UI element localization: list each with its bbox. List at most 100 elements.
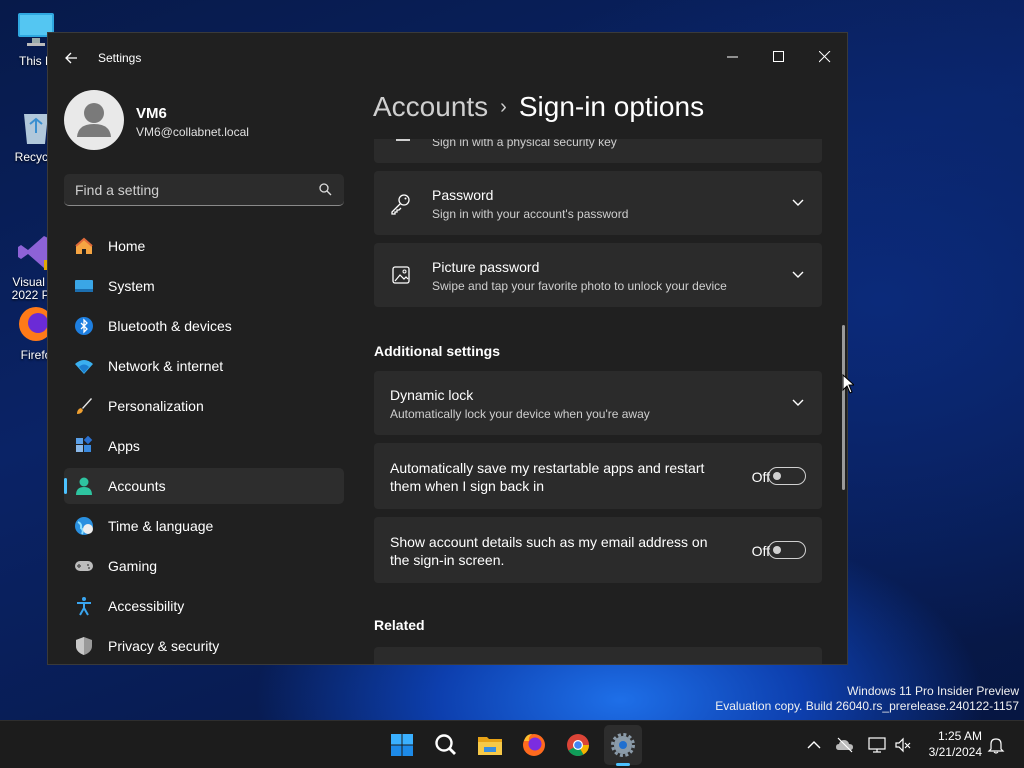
- clock-time: 1:25 AM: [937, 729, 982, 743]
- security-key-card[interactable]: Sign in with a physical security key: [374, 139, 822, 163]
- folder-icon: [478, 737, 502, 755]
- account-details-toggle[interactable]: [768, 541, 806, 559]
- active-app-indicator: [616, 763, 630, 766]
- chevron-down-icon[interactable]: [792, 399, 804, 407]
- clock-date: 3/21/2024: [928, 745, 982, 759]
- card-title-line1: Automatically save my restartable apps a…: [390, 460, 705, 476]
- file-explorer-button[interactable]: [474, 729, 506, 761]
- sidebar-item-label: System: [108, 278, 155, 294]
- sidebar-item-accounts[interactable]: Accounts: [64, 468, 344, 504]
- search-input[interactable]: [64, 174, 317, 206]
- toggle-knob: [773, 546, 781, 554]
- close-button[interactable]: [802, 41, 847, 73]
- sidebar-item-network[interactable]: Network & internet: [64, 348, 344, 384]
- card-title: Picture password: [432, 259, 540, 275]
- firefox-button[interactable]: [518, 729, 550, 761]
- taskbar: 1:25 AM 3/21/2024: [0, 720, 1024, 768]
- avatar[interactable]: [64, 90, 124, 150]
- sidebar-item-label: Apps: [108, 438, 140, 454]
- chevron-down-icon[interactable]: [792, 199, 804, 207]
- minimize-button[interactable]: [710, 41, 756, 73]
- network-button[interactable]: [867, 735, 887, 755]
- chevron-down-icon[interactable]: [792, 271, 804, 279]
- card-subtitle: Sign in with your account's password: [432, 207, 629, 221]
- settings-window: Settings VM6 VM6@collabnet.local Home Sy…: [47, 32, 848, 665]
- page-title: Sign-in options: [518, 91, 705, 122]
- password-card[interactable]: Password Sign in with your account's pas…: [374, 171, 822, 235]
- bell-icon: [987, 738, 1005, 754]
- back-button[interactable]: [58, 46, 86, 70]
- watermark-edition: Windows 11 Pro Insider Preview: [847, 684, 1019, 698]
- sidebar-item-label: Privacy & security: [108, 638, 220, 654]
- account-details-card[interactable]: Show account details such as my email ad…: [374, 517, 822, 583]
- card-subtitle: Sign in with a physical security key: [432, 139, 617, 149]
- sidebar-item-gaming[interactable]: Gaming: [64, 548, 344, 584]
- scrollbar-thumb[interactable]: [842, 325, 845, 490]
- sidebar-item-personalization[interactable]: Personalization: [64, 388, 344, 424]
- sidebar-item-time-language[interactable]: Time & language: [64, 508, 344, 544]
- toggle-knob: [773, 472, 781, 480]
- system-icon: [75, 280, 93, 292]
- globe-icon: [75, 517, 93, 535]
- key-icon: [391, 194, 410, 215]
- sidebar-item-system[interactable]: System: [64, 268, 344, 304]
- picture-password-card[interactable]: Picture password Swipe and tap your favo…: [374, 243, 822, 307]
- sidebar-item-home[interactable]: Home: [64, 228, 344, 264]
- app-title: Settings: [98, 51, 142, 65]
- related-card[interactable]: [374, 647, 822, 664]
- sidebar-item-accessibility[interactable]: Accessibility: [64, 588, 344, 624]
- sidebar-nav: Home System Bluetooth & devices Network …: [64, 228, 344, 664]
- card-title: Show account details such as my email ad…: [390, 533, 708, 569]
- search-icon[interactable]: [319, 183, 332, 196]
- gear-icon: [611, 733, 635, 757]
- brush-icon: [77, 398, 92, 414]
- maximize-button[interactable]: [756, 41, 802, 73]
- search-box[interactable]: [64, 174, 344, 206]
- card-title: Automatically save my restartable apps a…: [390, 459, 704, 495]
- back-arrow-icon: [65, 52, 77, 64]
- bluetooth-icon: [75, 317, 93, 335]
- restart-apps-toggle[interactable]: [768, 467, 806, 485]
- card-title: Dynamic lock: [390, 387, 474, 403]
- sidebar-item-bluetooth[interactable]: Bluetooth & devices: [64, 308, 344, 344]
- chrome-button[interactable]: [562, 729, 594, 761]
- restart-apps-card[interactable]: Automatically save my restartable apps a…: [374, 443, 822, 509]
- accounts-icon: [76, 477, 92, 495]
- title-bar[interactable]: Settings: [48, 33, 847, 83]
- card-title-line2: the sign-in screen.: [390, 552, 505, 568]
- clock[interactable]: 1:25 AM 3/21/2024: [929, 728, 982, 760]
- onedrive-button[interactable]: [835, 735, 855, 755]
- key-icon: [396, 139, 410, 141]
- wifi-icon: [75, 360, 93, 374]
- shield-icon: [76, 637, 92, 655]
- sidebar-item-apps[interactable]: Apps: [64, 428, 344, 464]
- user-email: VM6@collabnet.local: [136, 125, 249, 139]
- card-title-line2: them when I sign back in: [390, 478, 545, 494]
- apps-icon: [76, 436, 93, 452]
- chevron-up-icon: [807, 741, 821, 749]
- search-icon: [435, 734, 456, 755]
- settings-taskbar-button[interactable]: [607, 729, 639, 761]
- dynamic-lock-card[interactable]: Dynamic lock Automatically lock your dev…: [374, 371, 822, 435]
- maximize-icon: [773, 51, 784, 62]
- user-name: VM6: [136, 105, 167, 122]
- notifications-button[interactable]: [986, 735, 1006, 755]
- breadcrumb-parent[interactable]: Accounts: [373, 91, 488, 122]
- volume-button[interactable]: [893, 735, 913, 755]
- start-button[interactable]: [386, 729, 418, 761]
- network-icon: [868, 737, 886, 753]
- sidebar-item-label: Bluetooth & devices: [108, 318, 232, 334]
- chevron-right-icon: ›: [500, 96, 507, 118]
- gamepad-icon: [75, 561, 93, 571]
- show-hidden-icons-button[interactable]: [804, 735, 824, 755]
- sidebar-item-privacy-security[interactable]: Privacy & security: [64, 628, 344, 664]
- settings-content[interactable]: Sign in with a physical security key Pas…: [374, 139, 824, 664]
- cloud-offline-icon: [836, 737, 853, 753]
- card-title-line1: Show account details such as my email ad…: [390, 534, 708, 550]
- home-icon: [75, 237, 93, 254]
- search-button[interactable]: [430, 729, 462, 761]
- accessibility-icon: [77, 597, 91, 616]
- sidebar-item-label: Time & language: [108, 518, 214, 534]
- firefox-icon: [523, 734, 545, 756]
- sidebar-item-label: Accounts: [108, 478, 166, 494]
